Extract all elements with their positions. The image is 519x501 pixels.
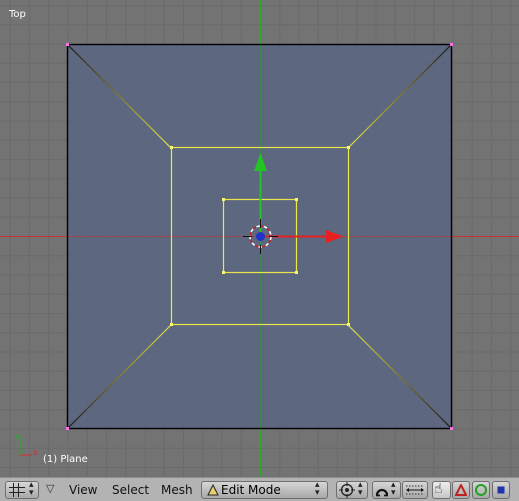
vertex[interactable]	[347, 323, 350, 326]
scale-mode-button[interactable]	[492, 481, 510, 499]
object-label: (1) Plane	[43, 454, 88, 465]
rotate-mode-button[interactable]	[472, 481, 490, 499]
chevron-updown-icon: ▴ ▾	[315, 480, 320, 498]
delta-icon	[455, 484, 467, 496]
view-label: Top	[9, 9, 26, 20]
circle-icon	[475, 484, 487, 496]
proportional-edit-button[interactable]: ▴ ▾	[372, 481, 401, 499]
viewport-header: ▴ ▾ ▽ View Select Mesh Edit Mode ▴ ▾ ▴ ▾ ▴ ▾	[0, 477, 519, 501]
chevron-updown-icon: ▴ ▾	[391, 480, 396, 498]
hand-icon: ☝	[434, 481, 443, 497]
snap-icon	[406, 485, 424, 495]
vertex[interactable]	[66, 427, 69, 430]
menu-mesh[interactable]: Mesh	[161, 482, 193, 498]
vertex[interactable]	[347, 146, 350, 149]
vertex[interactable]	[450, 43, 453, 46]
3d-viewport[interactable]: x y Top (1) Plane	[0, 0, 519, 477]
chevron-updown-icon: ▴ ▾	[358, 480, 363, 498]
menu-select[interactable]: Select	[112, 482, 149, 498]
collapse-menus-icon[interactable]: ▽	[46, 482, 54, 495]
vertex[interactable]	[295, 198, 298, 201]
svg-text:x: x	[33, 448, 38, 457]
proportional-icon	[375, 488, 389, 497]
pivot-select[interactable]: ▴ ▾	[336, 481, 368, 499]
mode-select[interactable]: Edit Mode ▴ ▾	[201, 481, 328, 499]
vertex[interactable]	[222, 271, 225, 274]
svg-text:y: y	[15, 432, 20, 441]
viewport-canvas[interactable]: x y	[0, 0, 519, 477]
mode-select-label: Edit Mode	[221, 483, 281, 497]
menu-view[interactable]: View	[69, 482, 97, 498]
vertex[interactable]	[66, 43, 69, 46]
square-icon	[497, 486, 505, 494]
triangle-icon	[207, 484, 219, 496]
vertex[interactable]	[170, 323, 173, 326]
vertex[interactable]	[170, 146, 173, 149]
snap-select[interactable]	[402, 481, 428, 499]
vertex[interactable]	[295, 271, 298, 274]
manipulator-toggle-button[interactable]: ☝	[432, 481, 451, 499]
pivot-icon	[339, 482, 355, 498]
view-axis-gizmo: x y	[15, 432, 38, 457]
chevron-updown-icon: ▴ ▾	[29, 480, 34, 498]
vertex[interactable]	[222, 198, 225, 201]
translate-mode-button[interactable]	[452, 481, 470, 499]
manipulator-center[interactable]	[256, 232, 265, 241]
editor-type-select[interactable]: ▴ ▾	[5, 481, 39, 499]
vertex[interactable]	[450, 427, 453, 430]
grid-icon	[9, 483, 25, 497]
